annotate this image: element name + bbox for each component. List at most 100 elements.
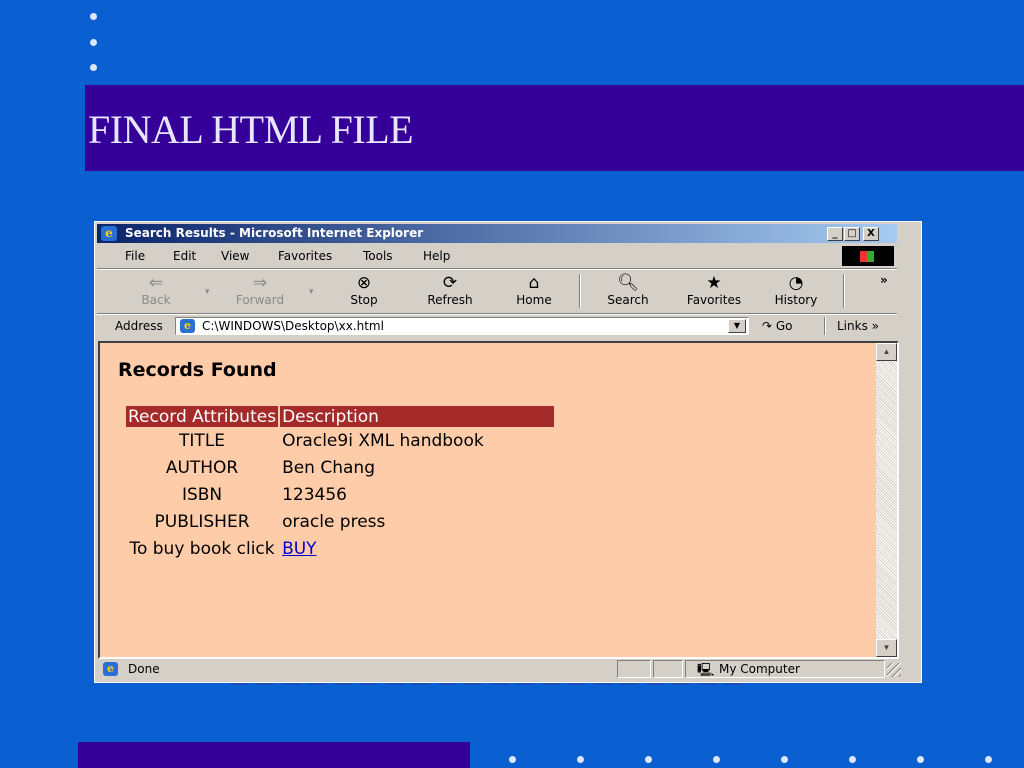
history-button[interactable]: ◔ History: [763, 272, 829, 312]
value-cell: Ben Chang: [282, 457, 375, 478]
stop-icon: ⊗: [356, 273, 372, 293]
bullet-dot: [985, 756, 992, 763]
menu-edit[interactable]: Edit: [173, 249, 196, 263]
footer-band: [78, 742, 470, 768]
stop-label: Stop: [350, 293, 378, 307]
go-button[interactable]: ↷ Go: [762, 319, 793, 333]
history-clock-icon: ◔: [788, 273, 804, 293]
back-label: Back: [141, 293, 171, 307]
attribute-cell: PUBLISHER: [154, 511, 250, 532]
home-icon: ⌂: [528, 273, 540, 293]
favorites-folder-icon: ★: [706, 273, 722, 293]
bullet-dot: [781, 756, 788, 763]
zone-text: My Computer: [719, 662, 800, 676]
home-button[interactable]: ⌂ Home: [501, 272, 567, 312]
table-row: AUTHOR Ben Chang: [126, 454, 554, 481]
back-arrow-icon: ⇐: [148, 273, 164, 293]
windows-logo-icon: [842, 246, 894, 266]
attribute-cell: AUTHOR: [165, 457, 239, 478]
my-computer-icon: 🖳︎: [697, 663, 715, 678]
slide-title: FINAL HTML FILE: [88, 107, 414, 152]
resize-grip[interactable]: [887, 663, 901, 677]
refresh-label: Refresh: [427, 293, 473, 307]
history-label: History: [774, 293, 818, 307]
back-dropdown-icon[interactable]: ▾: [205, 286, 210, 297]
search-label: Search: [607, 293, 649, 307]
attribute-cell: ISBN: [181, 484, 223, 505]
go-label: Go: [775, 319, 793, 333]
value-cell: 123456: [282, 484, 347, 505]
go-arrow-icon: ↷: [762, 319, 776, 333]
attribute-cell: TITLE: [179, 430, 226, 451]
records-table: Record Attributes Description TITLE Orac…: [124, 406, 556, 562]
menu-favorites[interactable]: Favorites: [278, 249, 332, 263]
bullet-dot: [90, 39, 97, 46]
favorites-label: Favorites: [686, 293, 742, 307]
status-panel: [617, 660, 651, 678]
toolbar-overflow-chevron-icon[interactable]: »: [880, 273, 888, 287]
maximize-button[interactable]: □: [844, 227, 860, 241]
table-row: TITLE Oracle9i XML handbook: [126, 427, 554, 454]
bullet-dot: [849, 756, 856, 763]
bullet-dot: [713, 756, 720, 763]
stop-button[interactable]: ⊗ Stop: [331, 272, 397, 312]
address-bar: Address e C:\WINDOWS\Desktop\xx.html ▼ ↷…: [97, 315, 897, 337]
table-header-row: Record Attributes Description: [126, 406, 555, 427]
scroll-down-icon[interactable]: ▼: [876, 639, 897, 657]
toolbar-separator: [579, 274, 581, 308]
bullet-dot: [90, 13, 97, 20]
address-label: Address: [115, 319, 163, 333]
forward-label: Forward: [235, 293, 285, 307]
bullet-dot: [917, 756, 924, 763]
menu-separator: [97, 268, 897, 270]
column-header-attributes: Record Attributes: [126, 406, 279, 427]
value-cell: Oracle9i XML handbook: [282, 430, 484, 451]
table-row: PUBLISHER oracle press: [126, 508, 554, 535]
menu-view[interactable]: View: [221, 249, 249, 263]
close-button[interactable]: X: [863, 227, 879, 241]
home-label: Home: [516, 293, 552, 307]
scroll-up-icon[interactable]: ▲: [876, 343, 897, 361]
ie-logo-icon: e: [101, 226, 117, 241]
browser-window: e Search Results - Microsoft Internet Ex…: [94, 221, 922, 683]
page-heading: Records Found: [118, 359, 277, 381]
refresh-button[interactable]: ⟳ Refresh: [417, 272, 483, 312]
search-icon: 🔍︎: [617, 273, 639, 293]
forward-button[interactable]: ⇒ Forward: [227, 272, 293, 312]
bullet-dot: [509, 756, 516, 763]
favorites-button[interactable]: ★ Favorites: [681, 272, 747, 312]
page-icon: e: [180, 319, 195, 333]
menu-tools[interactable]: Tools: [363, 249, 393, 263]
minimize-button[interactable]: _: [827, 227, 843, 241]
links-button[interactable]: Links »: [837, 319, 879, 333]
status-page-icon: e: [103, 662, 118, 676]
back-button[interactable]: ⇐ Back: [123, 272, 189, 312]
status-panel: [653, 660, 683, 678]
toolbar-separator: [843, 274, 845, 308]
title-bar[interactable]: e Search Results - Microsoft Internet Ex…: [97, 224, 897, 243]
forward-dropdown-icon[interactable]: ▾: [309, 286, 314, 297]
window-title: Search Results - Microsoft Internet Expl…: [125, 226, 424, 240]
search-button[interactable]: 🔍︎ Search: [595, 272, 661, 312]
status-bar: e Done 🖳︎ My Computer: [97, 659, 919, 680]
table-row: To buy book click BUY: [126, 535, 554, 562]
vertical-scrollbar[interactable]: ▲ ▼: [876, 343, 897, 657]
refresh-icon: ⟳: [442, 273, 458, 293]
column-header-description: Description: [280, 406, 555, 427]
status-text: Done: [128, 662, 160, 676]
address-dropdown-icon[interactable]: ▼: [728, 319, 746, 333]
value-cell: oracle press: [282, 511, 386, 532]
address-separator: [824, 317, 826, 335]
page-content: Records Found Record Attributes Descript…: [100, 343, 876, 657]
buy-prompt: To buy book click: [129, 538, 275, 559]
buy-link[interactable]: BUY: [282, 539, 317, 559]
table-row: ISBN 123456: [126, 481, 554, 508]
forward-arrow-icon: ⇒: [252, 273, 268, 293]
address-url: C:\WINDOWS\Desktop\xx.html: [202, 319, 384, 333]
bullet-dot: [90, 64, 97, 71]
bullet-dot: [645, 756, 652, 763]
menu-file[interactable]: File: [125, 249, 145, 263]
menu-help[interactable]: Help: [423, 249, 450, 263]
bullet-dot: [577, 756, 584, 763]
address-input[interactable]: e C:\WINDOWS\Desktop\xx.html ▼: [175, 317, 749, 335]
